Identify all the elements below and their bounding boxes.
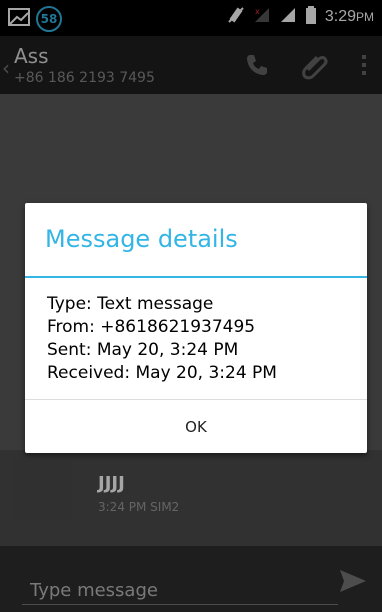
dialog-title: Message details: [45, 225, 238, 253]
dialog-title-divider: [25, 276, 367, 278]
detail-type: Type: Text message: [47, 294, 214, 314]
detail-received: Received: May 20, 3:24 PM: [47, 363, 277, 383]
dialog-body: Type: Text message From: +8618621937495 …: [47, 293, 277, 385]
detail-from: From: +8618621937495: [47, 317, 256, 337]
detail-sent: Sent: May 20, 3:24 PM: [47, 340, 239, 360]
ok-button[interactable]: OK: [25, 400, 367, 453]
message-details-dialog: Message details Type: Text message From:…: [25, 203, 367, 453]
